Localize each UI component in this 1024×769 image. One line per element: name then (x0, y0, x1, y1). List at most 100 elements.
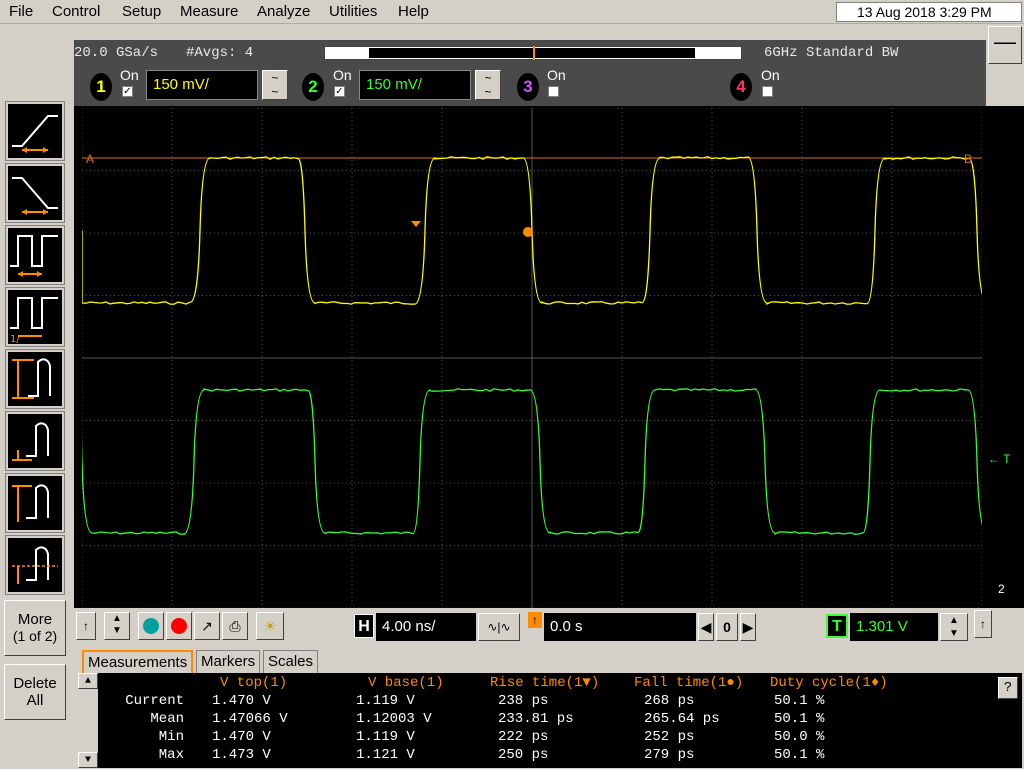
position-right-button[interactable]: ▶ (740, 613, 756, 641)
menu-utilities[interactable]: Utilities (329, 3, 377, 20)
header-rise-time: Rise time(1▼) (490, 675, 600, 691)
vbase-icon (12, 422, 49, 461)
period-measure-button[interactable] (5, 225, 65, 285)
delete-all-button[interactable]: Delete All (4, 664, 66, 720)
single-button[interactable]: ↗ (194, 612, 220, 640)
ground-marker: 2 (998, 582, 1005, 596)
memory-trigger-marker (533, 46, 535, 60)
vtop-icon (12, 484, 49, 522)
channel-4-checkbox[interactable] (762, 86, 773, 97)
right-marker-strip: ← T 2 (986, 106, 1024, 608)
memory-navigator[interactable] (324, 46, 742, 60)
averages-count: #Avgs: 4 (186, 45, 254, 61)
tab-scales[interactable]: Scales (263, 650, 319, 674)
frequency-measure-button[interactable]: 1/ (5, 287, 65, 347)
header-duty-cycle: Duty cycle(1♦) (770, 675, 888, 691)
measurement-value: 1.119 V (356, 729, 415, 745)
trigger-level-field[interactable]: 1.301 V (850, 613, 938, 641)
measurement-value: 222 ps (498, 729, 549, 745)
tab-measurements[interactable]: Measurements (82, 650, 194, 674)
position-left-button[interactable]: ◀ (698, 613, 714, 641)
measurement-value: 252 ps (644, 729, 695, 745)
control-row: ↑ ▲ ▼ ↗ ⎙ ☀ H 4.00 ns/ ∿|∿ ↑ 0.0 s ◀ 0 ▶ … (74, 608, 1024, 648)
row-label: Max (158, 747, 184, 763)
channel-1-coupling-button[interactable]: ~ ~ (262, 70, 288, 100)
channel-2-scale-field[interactable]: 150 mV/ (359, 70, 471, 100)
stop-button[interactable] (166, 612, 192, 640)
vpp-measure-button[interactable] (5, 349, 65, 409)
channel-1-scale-field[interactable]: 150 mV/ (146, 70, 258, 100)
left-toolbar: 1/ More (1 of 2) Delete All (0, 24, 72, 768)
channel-2-coupling-button[interactable]: ~ ~ (475, 70, 501, 100)
menu-control[interactable]: Control (52, 3, 100, 20)
channel-3-on-label: On (547, 67, 566, 83)
menu-analyze[interactable]: Analyze (257, 3, 310, 20)
print-button[interactable]: ⎙ (222, 612, 248, 640)
measurement-value: 1.12003 V (356, 711, 432, 727)
channel-1-checkbox[interactable]: ✓ (122, 86, 133, 97)
fall-edge-icon (12, 177, 58, 215)
measurement-value: 50.1 % (774, 711, 825, 727)
delete-all-label: All (26, 692, 44, 709)
timebase-adjust-button[interactable]: ∿|∿ (478, 613, 520, 641)
channel-3-checkbox[interactable] (548, 86, 559, 97)
channel-2-badge[interactable]: 2 (302, 73, 324, 101)
help-button[interactable]: ? (998, 677, 1018, 699)
scroll-up-icon[interactable]: ▲ (78, 673, 98, 689)
measurement-value: 279 ps (644, 747, 695, 763)
bandwidth-label: 6GHz Standard BW (764, 45, 899, 61)
row-label: Mean (150, 711, 184, 727)
horizontal-label: H (354, 614, 374, 638)
menu-bar: File Control Setup Measure Analyze Utili… (0, 0, 1024, 24)
trigger-level-marker: ← T (988, 452, 1011, 466)
rise-time-marker (411, 221, 421, 227)
sample-rate: 20.0 GSa/s (74, 45, 159, 61)
trigger-slope-button[interactable]: ↑ (974, 610, 992, 638)
fall-time-measure-button[interactable] (5, 163, 65, 223)
channel-3-badge[interactable]: 3 (517, 73, 539, 101)
minimize-button[interactable]: — (988, 26, 1022, 64)
vavg-measure-button[interactable] (5, 535, 65, 595)
position-zero-button[interactable]: 0 (716, 613, 738, 641)
menu-file[interactable]: File (9, 3, 33, 20)
vtop-measure-button[interactable] (5, 473, 65, 533)
header-vbase: V base(1) (368, 675, 444, 691)
measurement-value: 238 ps (498, 693, 549, 709)
run-icon (143, 618, 159, 634)
brightness-button[interactable]: ☀ (256, 612, 284, 640)
marker-b-label: B (964, 152, 973, 166)
measurement-value: 1.119 V (356, 693, 415, 709)
measurements-panel: ▲ ▼ V top(1) V base(1) Rise time(1▼) Fal… (78, 673, 1022, 768)
measurement-value: 1.47066 V (212, 711, 288, 727)
measurements-scrollbar[interactable]: ▲ ▼ (78, 673, 98, 768)
graticule (82, 108, 982, 608)
zoom-toggle-button[interactable]: ↑ (76, 612, 96, 640)
svg-text:1/: 1/ (10, 334, 20, 344)
menu-measure[interactable]: Measure (180, 3, 238, 20)
memory-window (369, 48, 695, 58)
tab-markers[interactable]: Markers (196, 650, 261, 674)
fall-time-marker (523, 227, 533, 237)
horizontal-position-field[interactable]: 0.0 s (544, 613, 696, 641)
channel-2-checkbox[interactable]: ✓ (334, 86, 345, 97)
printer-icon: ⎙ (229, 618, 241, 634)
measurement-value: 50.0 % (774, 729, 825, 745)
scroll-up-down-button[interactable]: ▲ ▼ (104, 612, 130, 640)
timebase-scale-field[interactable]: 4.00 ns/ (376, 613, 476, 641)
menu-help[interactable]: Help (398, 3, 429, 20)
more-page-label: (1 of 2) (12, 628, 58, 644)
run-button[interactable] (138, 612, 164, 640)
rise-time-measure-button[interactable] (5, 101, 65, 161)
measurement-value: 250 ps (498, 747, 549, 763)
more-button[interactable]: More (1 of 2) (4, 600, 66, 656)
channel-4-badge[interactable]: 4 (730, 73, 752, 101)
acquisition-status-bar: 20.0 GSa/s #Avgs: 4 6GHz Standard BW (74, 40, 986, 66)
waveform-display[interactable]: A B (74, 106, 986, 608)
delete-label: Delete (13, 675, 57, 692)
channel-1-badge[interactable]: 1 (90, 73, 112, 101)
menu-setup[interactable]: Setup (122, 3, 161, 20)
measurement-value: 1.470 V (212, 693, 271, 709)
vbase-measure-button[interactable] (5, 411, 65, 471)
trigger-level-stepper[interactable]: ▲ ▼ (940, 613, 968, 641)
scroll-down-icon[interactable]: ▼ (78, 752, 98, 768)
